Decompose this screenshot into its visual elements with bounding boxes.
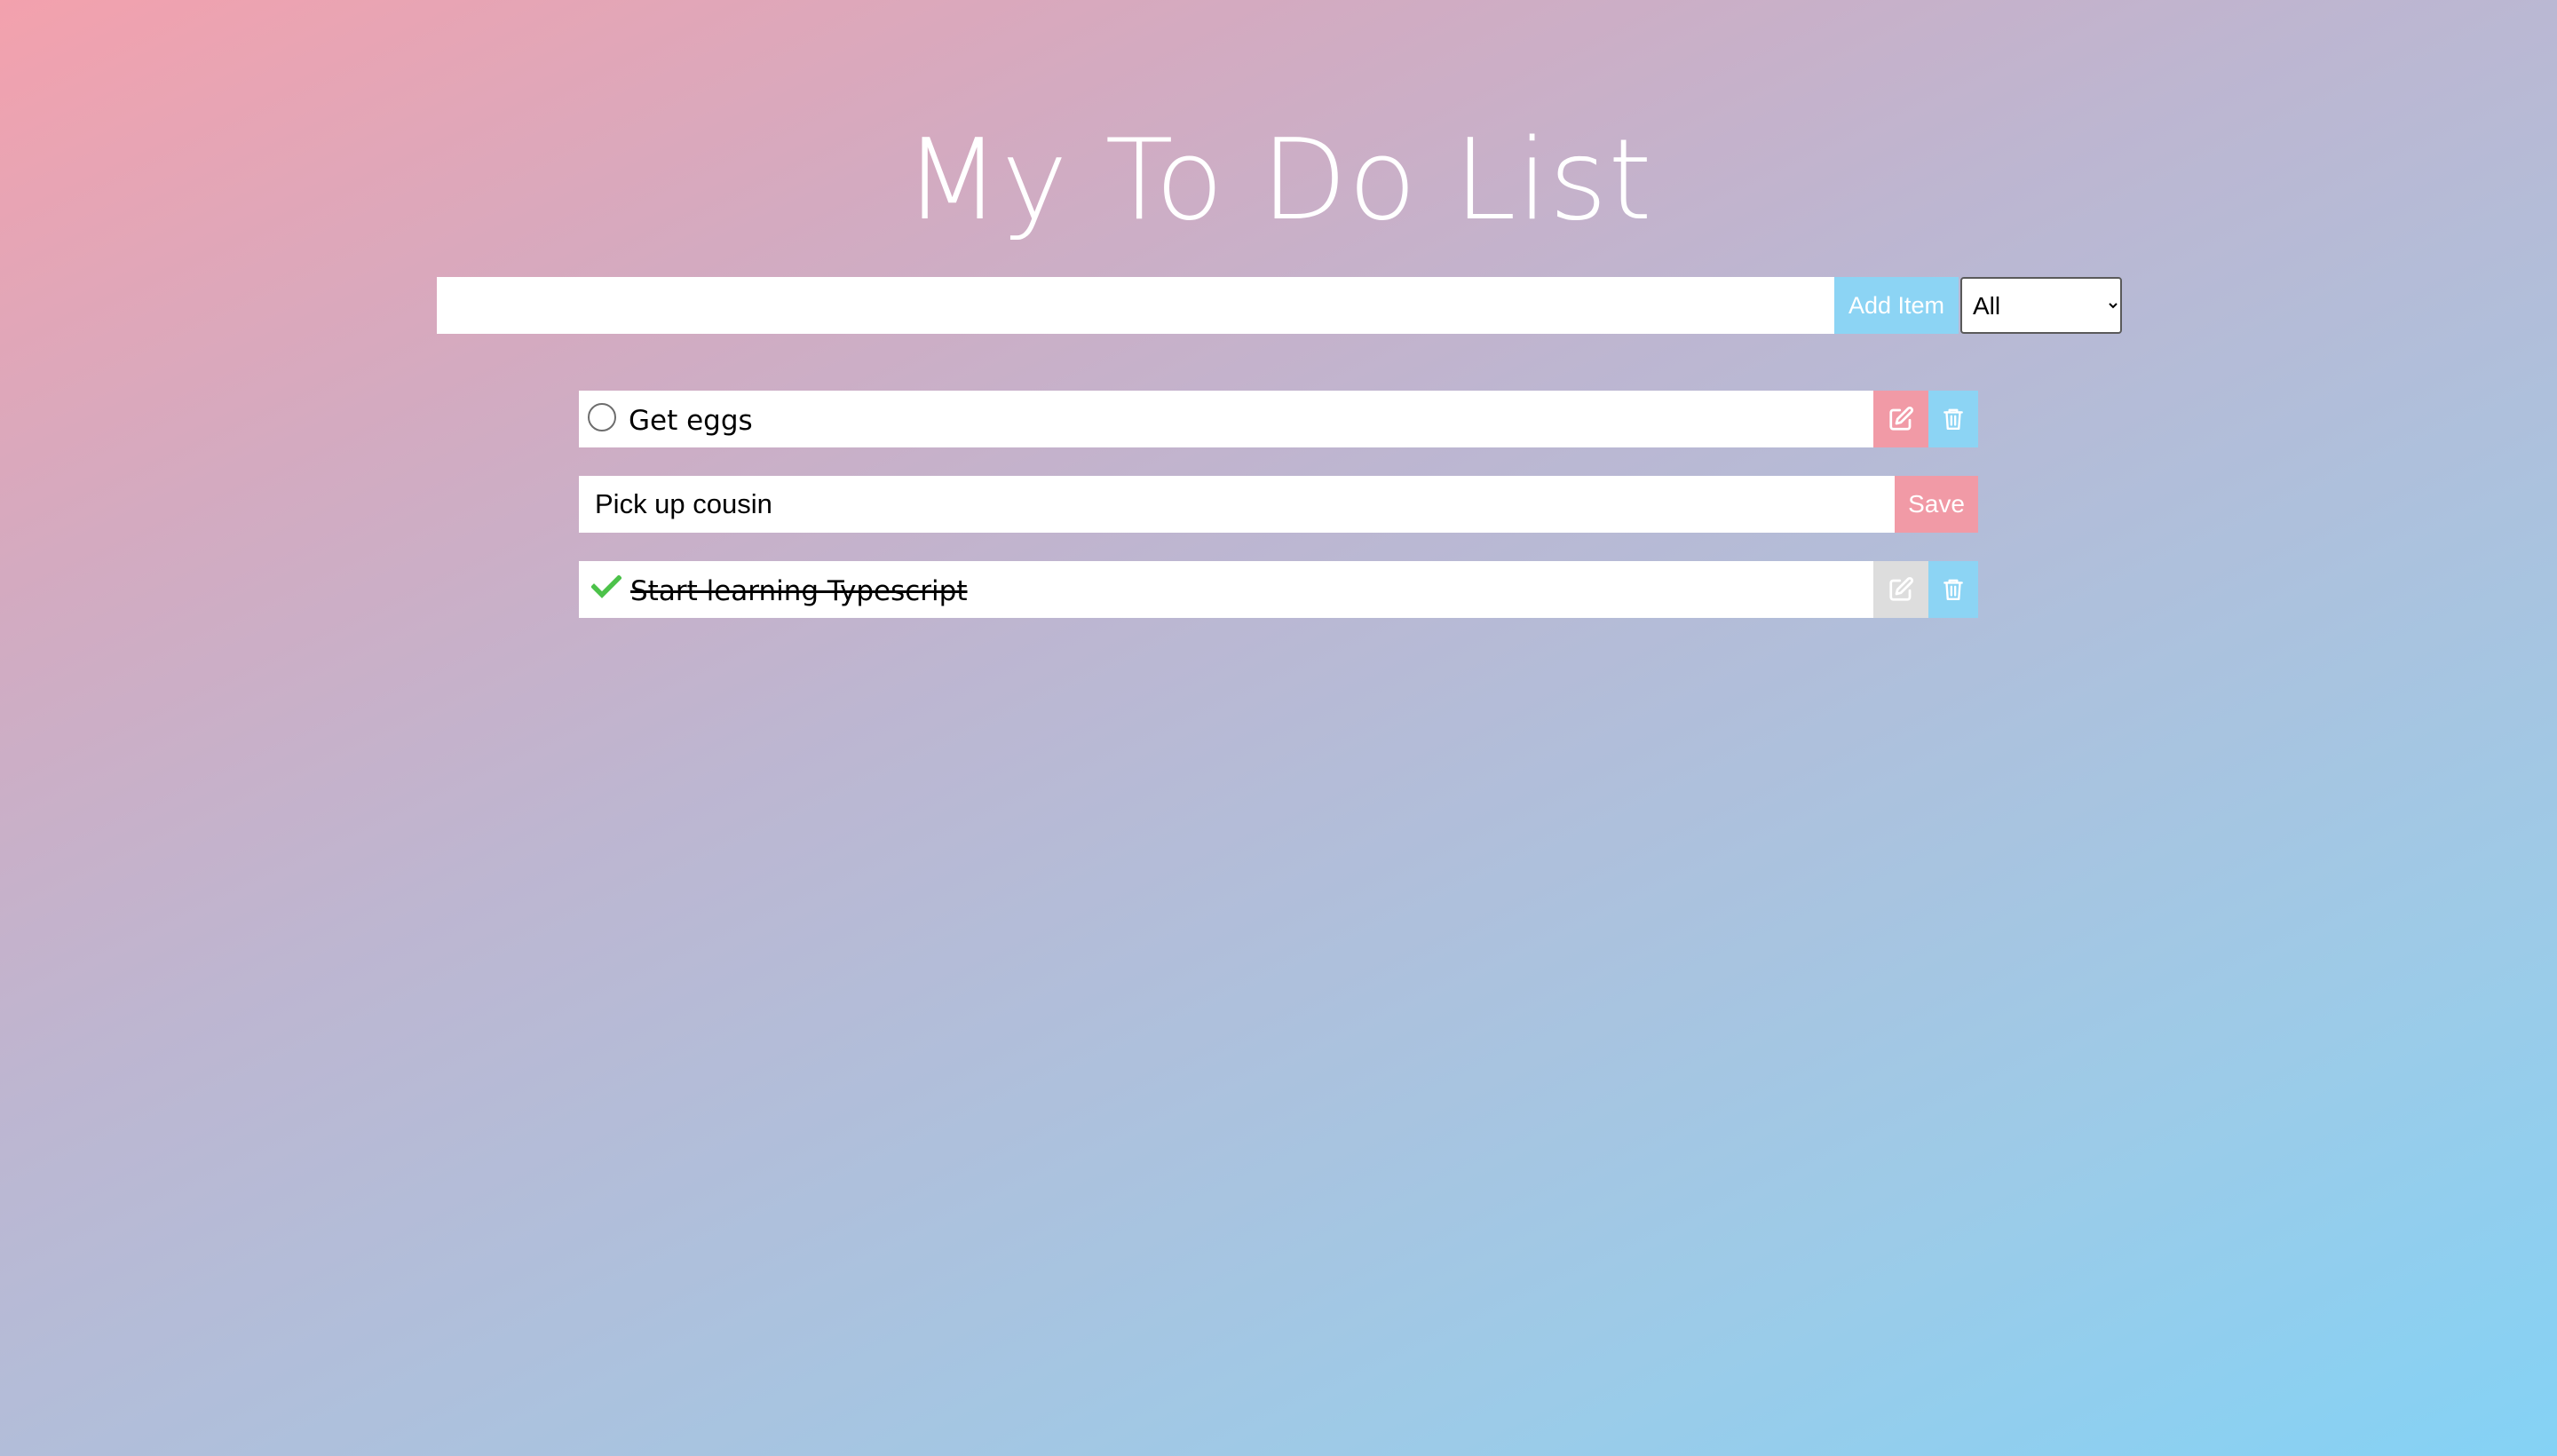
trash-icon <box>1943 408 1963 430</box>
page-title: My To Do List <box>904 115 1653 245</box>
edit-icon <box>1889 406 1914 431</box>
delete-button[interactable] <box>1928 391 1978 447</box>
todo-list: Get eggs Save Start learning Typescript <box>579 391 1978 646</box>
trash-icon <box>1943 579 1963 600</box>
edit-button[interactable] <box>1873 391 1928 447</box>
todo-item-text: Start learning Typescript <box>630 575 968 607</box>
delete-button[interactable] <box>1928 561 1978 618</box>
filter-select[interactable]: All <box>1960 277 2122 334</box>
checkmark-icon[interactable] <box>591 575 621 598</box>
edit-item-input[interactable] <box>579 476 1895 533</box>
todo-item: Start learning Typescript <box>579 561 1978 618</box>
new-item-input[interactable] <box>437 277 1834 334</box>
todo-item: Get eggs <box>579 391 1978 447</box>
add-item-button[interactable]: Add Item <box>1834 277 1959 334</box>
edit-button-disabled <box>1873 561 1928 618</box>
save-button[interactable]: Save <box>1895 476 1978 533</box>
add-item-form: Add Item All <box>437 277 2122 334</box>
circle-unchecked-icon[interactable] <box>588 403 616 431</box>
edit-icon <box>1889 576 1914 601</box>
todo-item-text: Get eggs <box>629 405 753 437</box>
todo-item-editing: Save <box>579 476 1978 533</box>
